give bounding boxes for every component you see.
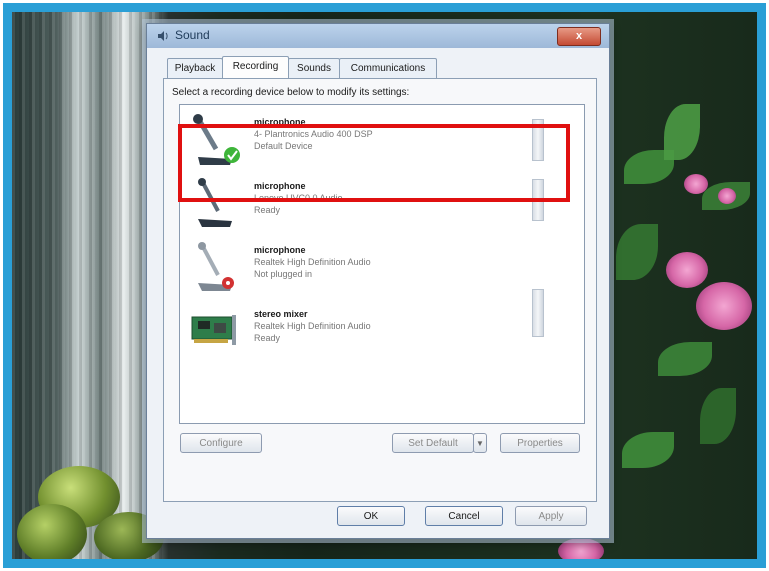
set-default-dropdown[interactable]: ▼ xyxy=(473,433,487,453)
tab-recording[interactable]: Recording xyxy=(222,56,289,79)
close-button[interactable]: x xyxy=(557,27,601,46)
set-default-button[interactable]: Set Default xyxy=(392,433,474,453)
title-bar[interactable]: Sound x xyxy=(147,24,609,48)
recording-panel: Select a recording device below to modif… xyxy=(163,78,597,502)
device-item[interactable]: stereo mixer Realtek High Definition Aud… xyxy=(184,289,554,365)
speaker-icon xyxy=(157,30,169,42)
configure-button[interactable]: Configure xyxy=(180,433,262,453)
device-status: Default Device xyxy=(254,141,313,151)
leaf xyxy=(664,104,700,160)
device-status: Not plugged in xyxy=(254,269,313,279)
leaf xyxy=(658,342,712,376)
pink-flower xyxy=(696,282,752,330)
device-item[interactable]: microphone Realtek High Definition Audio… xyxy=(184,237,554,301)
sound-card-icon xyxy=(188,305,246,363)
level-meter xyxy=(532,179,544,221)
ok-button[interactable]: OK xyxy=(337,506,405,526)
microphone-icon xyxy=(188,177,246,235)
device-description: Realtek High Definition Audio xyxy=(254,321,371,331)
properties-button[interactable]: Properties xyxy=(500,433,580,453)
device-item[interactable]: microphone Lenovo UVC0.0 Audio Ready xyxy=(184,173,554,237)
microphone-icon xyxy=(188,241,246,299)
apply-button[interactable]: Apply xyxy=(515,506,587,526)
window-title: Sound xyxy=(175,28,210,42)
pink-flower xyxy=(684,174,708,194)
instruction-text: Select a recording device below to modif… xyxy=(172,87,410,98)
device-name: microphone xyxy=(254,181,306,191)
tab-sounds[interactable]: Sounds xyxy=(288,58,340,78)
cancel-button[interactable]: Cancel xyxy=(425,506,503,526)
device-status: Ready xyxy=(254,333,281,343)
pink-flower xyxy=(558,538,604,559)
shrub xyxy=(17,504,87,559)
chevron-down-icon: ▼ xyxy=(476,439,484,448)
device-name: microphone xyxy=(254,245,306,255)
pink-flower xyxy=(718,188,736,204)
device-item[interactable]: microphone 4- Plantronics Audio 400 DSP … xyxy=(184,109,554,173)
close-icon: x xyxy=(575,30,583,42)
device-list[interactable]: microphone 4- Plantronics Audio 400 DSP … xyxy=(179,104,585,424)
leaf xyxy=(622,432,674,468)
device-name: microphone xyxy=(254,117,306,127)
pink-flower xyxy=(666,252,708,288)
leaf xyxy=(700,388,736,444)
level-meter xyxy=(532,289,544,337)
device-description: 4- Plantronics Audio 400 DSP xyxy=(254,129,373,139)
tab-playback[interactable]: Playback xyxy=(167,58,223,78)
tab-communications[interactable]: Communications xyxy=(339,58,437,78)
leaf xyxy=(616,224,658,280)
green-check-icon xyxy=(224,147,240,163)
device-status: Ready xyxy=(254,205,281,215)
microphone-icon xyxy=(188,113,246,171)
device-name: stereo mixer xyxy=(254,309,308,319)
device-description: Realtek High Definition Audio xyxy=(254,257,371,267)
sound-dialog: Sound x Playback Recording Sounds Commun… xyxy=(146,23,610,539)
level-meter xyxy=(532,119,544,161)
device-description: Lenovo UVC0.0 Audio xyxy=(254,193,343,203)
